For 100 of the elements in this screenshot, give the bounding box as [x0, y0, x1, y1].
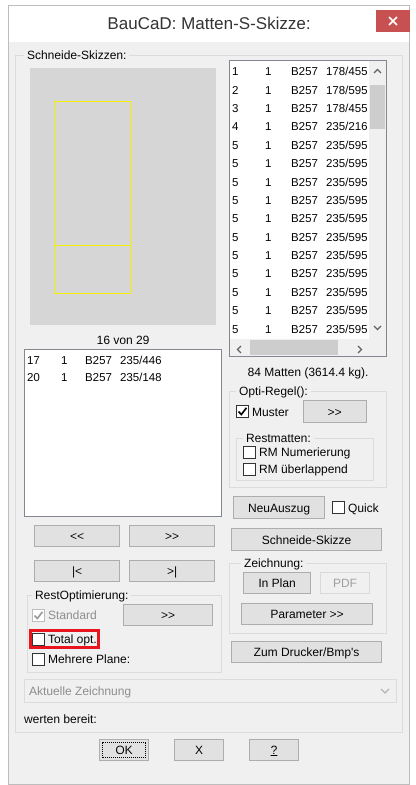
printer-button[interactable]: Zum Drucker/Bmp's [231, 641, 382, 663]
list-cell-text: 235/595 [326, 140, 369, 152]
list-cell-text: B257 [291, 102, 319, 115]
list-cell-text: 5 [232, 140, 240, 152]
list-cell-text: B257 [291, 84, 319, 97]
list-cell-text: 1 [265, 140, 272, 152]
status-text: werten bereit: [24, 712, 98, 726]
list-cell-text: B257 [291, 286, 319, 299]
list-cell-text: 5 [232, 305, 240, 318]
checkbox[interactable]: RM Numerierung [243, 445, 367, 459]
options-button[interactable]: >> [123, 604, 213, 626]
list-cell-text: 235/595 [326, 250, 369, 262]
scroll-thumb[interactable] [370, 85, 385, 129]
dialog-button[interactable]: ? [249, 739, 299, 761]
list-cell-text: 5 [232, 324, 240, 336]
list-cell-text: 5 [232, 268, 240, 280]
schneide-skizze-button[interactable]: Schneide-Skizze [231, 528, 382, 551]
list-cell-text: 235/595 [326, 268, 369, 280]
summary-text: 84 Matten (3614.4 kg). [246, 365, 370, 381]
list-cell-text: 235/595 [326, 213, 369, 226]
group-title: RestOptimierung: [34, 588, 130, 602]
list-cell-text: 5 [232, 176, 240, 189]
list-cell-text: B257 [291, 324, 319, 336]
checkbox[interactable]: Quick [332, 500, 379, 514]
list-cell-text: 1 [265, 176, 272, 189]
check-icon [237, 406, 248, 417]
list-cell-text: B257 [291, 140, 319, 152]
neuauszug-button[interactable]: NeuAuszug [233, 496, 325, 519]
group-title: Restmatten: [245, 431, 312, 445]
chevron-icon [380, 688, 390, 694]
list-cell-text: 235/595 [326, 324, 369, 336]
list-cell-text: 178/455 [326, 66, 369, 78]
close-icon [388, 16, 398, 26]
list-cell-text: 1 [61, 372, 68, 384]
options-button[interactable]: >> [302, 400, 367, 423]
dialog-button[interactable]: OK [99, 739, 149, 761]
list-cell-text: 1 [265, 84, 272, 97]
scrollbar[interactable] [230, 338, 386, 356]
list-cell-text: 1 [265, 268, 272, 280]
list-cell-text: 5 [232, 158, 240, 170]
list-cell-text: 1 [265, 102, 272, 115]
list-cell-text: 235/595 [326, 158, 369, 170]
check-icon [33, 610, 44, 620]
close-button[interactable] [376, 10, 410, 32]
list-cell-text: 1 [265, 213, 272, 226]
list-cell-text: B257 [291, 268, 319, 280]
list-cell-text: 1 [265, 121, 272, 134]
list-cell-text: 1 [265, 66, 272, 78]
nav-button[interactable]: |< [34, 560, 120, 582]
nav-button[interactable]: >> [129, 525, 215, 547]
list-cell-text: 235/595 [326, 176, 369, 189]
parameter-button[interactable]: Parameter >> [241, 603, 373, 625]
list-cell-text: 235/595 [326, 194, 369, 207]
list-cell-text: 17 [27, 354, 41, 366]
list-cell-text: 1 [265, 286, 272, 299]
nav-button[interactable]: << [34, 525, 120, 547]
list-cell-text: 235/216 [326, 121, 369, 134]
list-cell-text: B257 [291, 213, 319, 226]
scrollbar[interactable] [369, 61, 386, 339]
list-cell-text: B257 [291, 194, 319, 207]
list-cell-text: 178/595 [326, 84, 369, 97]
list-cell-text: 5 [232, 213, 240, 226]
list-cell-text: 1 [265, 158, 272, 170]
list-cell-text: B257 [85, 354, 113, 366]
list-cell-text: 235/595 [326, 286, 369, 299]
list-cell-text: 235/595 [326, 305, 369, 318]
checkbox[interactable]: Total opt. [32, 632, 97, 646]
list-cell-text: B257 [291, 121, 319, 134]
list-cell-text: 1 [265, 305, 272, 318]
checkbox[interactable]: RM überlappend [243, 462, 367, 476]
list-cell-text: 5 [232, 194, 240, 207]
list-cell-text: 1 [265, 232, 272, 244]
list-cell-text: 1 [232, 66, 240, 78]
list-cell-text: 5 [232, 250, 240, 262]
dialog-button[interactable]: X [174, 739, 224, 761]
scroll-thumb[interactable] [250, 340, 338, 355]
checkbox[interactable]: Mehrere Plane: [32, 652, 130, 666]
list-cell-text: 20 [27, 372, 41, 384]
list-cell-text: 1 [265, 324, 272, 336]
window-title: BauCaD: Matten-S-Skizze: [107, 14, 311, 34]
sketch-list[interactable]: 17 1 B257 235/446 20 1 B257 235/148 [24, 349, 222, 517]
list-cell-text: B257 [291, 176, 319, 189]
list-cell-text: 235/446 [120, 354, 163, 366]
list-cell-text: B257 [291, 158, 319, 170]
list-cell-text: B257 [291, 250, 319, 262]
nav-button[interactable]: >| [129, 560, 215, 582]
list-cell-text: B257 [291, 66, 319, 78]
list-cell-text: 178/455 [326, 102, 369, 115]
matten-list[interactable] [229, 60, 387, 357]
checkbox[interactable]: Muster [236, 404, 289, 418]
list-cell-text: 1 [265, 194, 272, 207]
list-cell-text: 4 [232, 121, 240, 134]
list-cell-text: 3 [232, 102, 240, 115]
list-cell-text: B257 [85, 372, 113, 384]
drawing-button[interactable]: In Plan [243, 572, 311, 594]
list-cell-text: 235/595 [326, 232, 369, 244]
group-title: Zeichnung: [243, 556, 304, 570]
list-cell-text: 5 [232, 232, 240, 244]
list-cell-text: B257 [291, 305, 319, 318]
group-title: Opti-Regel(): [238, 384, 309, 398]
